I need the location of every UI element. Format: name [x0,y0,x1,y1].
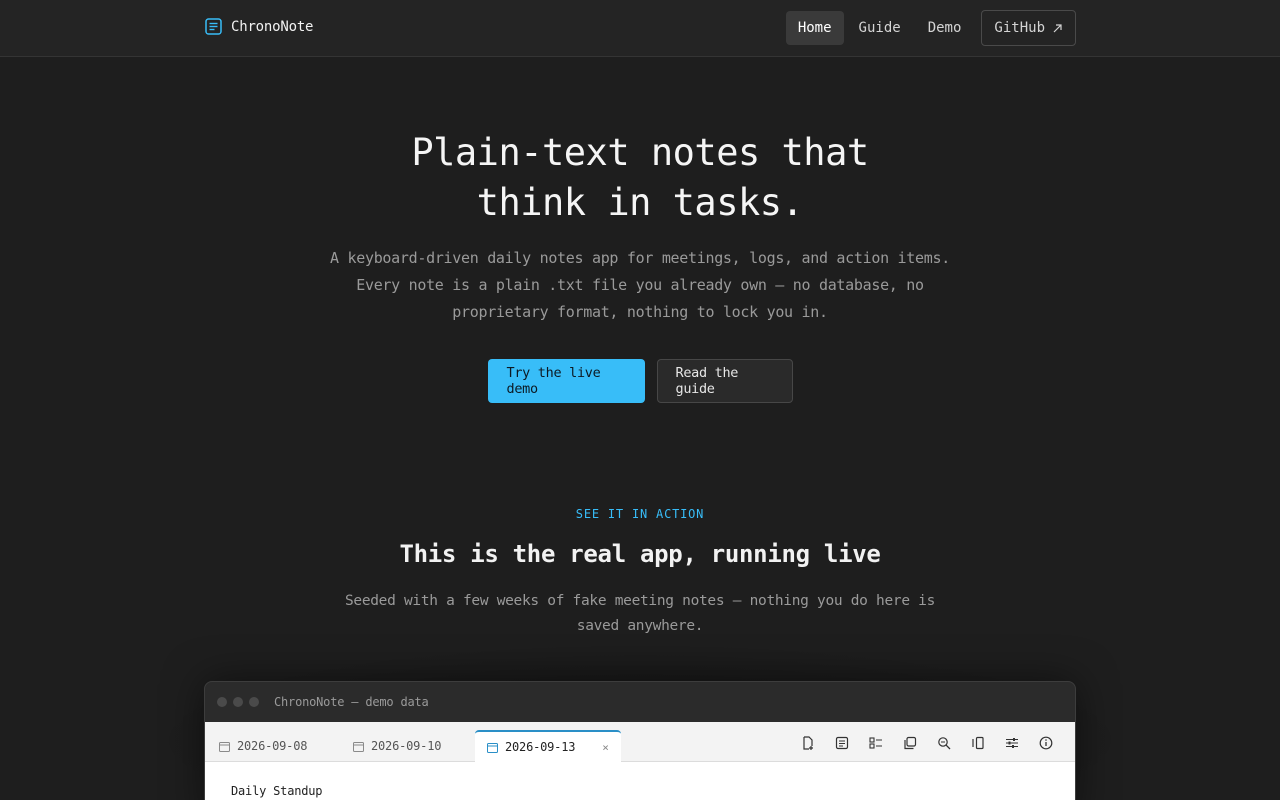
nav-link-guide[interactable]: Guide [847,11,913,45]
tab-2026-09-10[interactable]: 2026-09-10 [353,730,441,762]
new-note-button[interactable] [791,731,825,755]
external-arrow-icon [1053,23,1062,32]
tasks-button[interactable] [859,731,893,755]
hero-title: Plain-text notes that think in tasks. [340,128,940,228]
settings-sliders-icon [1006,738,1018,748]
note-editor[interactable]: Daily Standup [205,762,1075,800]
notes-logo-icon [205,18,222,35]
info-icon [1039,736,1053,750]
hero-title-line-1: Plain-text notes that [411,131,869,174]
section-eyebrow: SEE IT IN ACTION [575,507,705,521]
brand[interactable]: ChronoNote [205,18,313,35]
demo-app-window: ChronoNote — demo data 2026-09-08 2026-0… [204,681,1076,800]
calendar-icon [353,741,364,752]
calendar-icon [487,742,498,753]
copy-icon [904,736,917,750]
window-minimize-dot [233,697,243,707]
hero-cta-group: Try the live demo Read the guide [0,359,1280,403]
note-tab-bar: 2026-09-08 2026-09-10 2026-09-13 × [205,722,1075,762]
tab-label: 2026-09-08 [237,739,308,753]
nav-link-home[interactable]: Home [785,11,844,45]
main-nav: Home Guide Demo GitHub [783,10,1076,46]
new-file-icon [803,736,813,750]
close-tab-icon[interactable]: × [602,741,609,754]
tab-2026-09-13[interactable]: 2026-09-13 × [475,730,621,762]
editor-toolbar [791,731,1063,755]
tab-2026-09-08[interactable]: 2026-09-08 [219,730,307,762]
note-view-button[interactable] [825,731,859,755]
github-link[interactable]: GitHub [981,10,1076,46]
nav-link-demo[interactable]: Demo [916,11,974,45]
copy-button[interactable] [893,731,927,755]
tasks-icon [869,737,882,749]
split-pane-icon [972,736,984,750]
github-label: GitHub [994,20,1045,36]
search-icon [938,737,951,750]
hero-title-line-2: think in tasks. [476,181,804,224]
brand-name: ChronoNote [231,18,314,35]
section-title: This is the real app, running live [399,540,881,568]
window-title-bar: ChronoNote — demo data [205,682,1075,722]
settings-button[interactable] [995,731,1029,755]
window-close-dot [217,697,227,707]
info-button[interactable] [1029,731,1063,755]
section-subtitle: Seeded with a few weeks of fake meeting … [344,593,936,634]
editor-line: Daily Standup [231,784,323,798]
note-icon [835,736,849,750]
try-live-demo-button[interactable]: Try the live demo [487,359,645,403]
window-title: ChronoNote — demo data [274,695,429,709]
split-pane-button[interactable] [961,731,995,755]
window-maximize-dot [249,697,259,707]
tab-label: 2026-09-10 [371,739,442,753]
search-button[interactable] [927,731,961,755]
tab-label: 2026-09-13 [505,740,576,754]
read-guide-button[interactable]: Read the guide [656,359,793,403]
hero-subtitle: A keyboard-driven daily notes app for me… [330,249,950,321]
calendar-icon [219,741,230,752]
top-navigation-bar: ChronoNote Home Guide Demo GitHub [0,0,1280,57]
